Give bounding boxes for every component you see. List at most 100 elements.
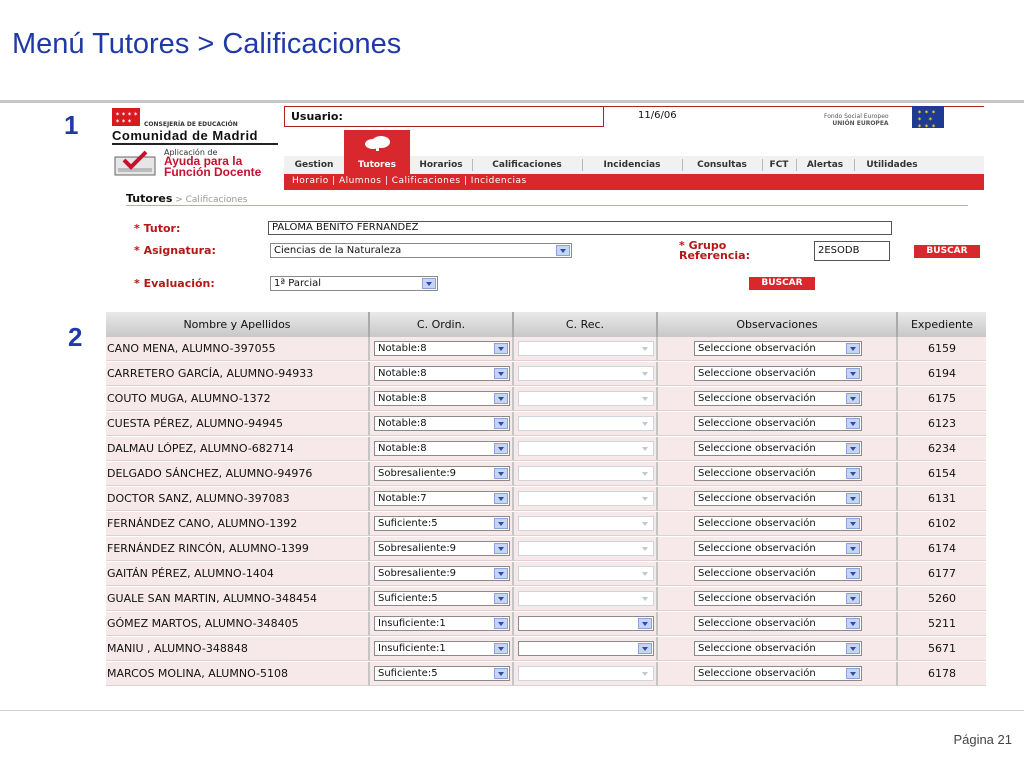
observacion-select[interactable]: Seleccione observación [694,616,862,631]
observacion-select[interactable]: Seleccione observación [694,491,862,506]
column-header-expediente[interactable]: Expediente [898,312,986,337]
sub-nav-links[interactable]: Horario | Alumnos | Calificaciones | Inc… [292,176,527,186]
breadcrumb-main[interactable]: Tutores [126,192,172,205]
c-ordin-value: Notable:8 [378,418,427,429]
buscar-button-grupo[interactable]: BUSCAR [914,245,980,258]
chevron-down-icon[interactable] [638,618,652,629]
observacion-select[interactable]: Seleccione observación [694,591,862,606]
student-name: DELGADO SÁNCHEZ, ALUMNO-94976 [106,462,370,486]
observacion-select[interactable]: Seleccione observación [694,566,862,581]
chevron-down-icon[interactable] [846,618,860,629]
chevron-down-icon[interactable] [494,668,508,679]
chevron-down-icon[interactable] [494,543,508,554]
observacion-select[interactable]: Seleccione observación [694,641,862,656]
c-ordin-select[interactable]: Notable:8 [374,441,510,456]
asignatura-select[interactable]: Ciencias de la Naturaleza [270,243,572,258]
chevron-down-icon[interactable] [494,618,508,629]
c-ordin-select[interactable]: Notable:8 [374,416,510,431]
chevron-down-icon[interactable] [494,593,508,604]
student-name: FERNÁNDEZ CANO, ALUMNO-1392 [106,512,370,536]
chevron-down-icon[interactable] [846,418,860,429]
observacion-select[interactable]: Seleccione observación [694,441,862,456]
observacion-value: Seleccione observación [698,368,816,379]
chevron-down-icon[interactable] [494,493,508,504]
student-name: DOCTOR SANZ, ALUMNO-397083 [106,487,370,511]
nav-incidencias[interactable]: Incidencias [582,156,682,174]
nav-alertas[interactable]: Alertas [796,156,854,174]
nav-utilidades[interactable]: Utilidades [854,156,930,174]
chevron-down-icon[interactable] [494,368,508,379]
nav-fct[interactable]: FCT [762,156,796,174]
c-ordin-select[interactable]: Suficiente:5 [374,591,510,606]
chevron-down-icon[interactable] [846,643,860,654]
chevron-down-icon[interactable] [846,593,860,604]
table-row: GÓMEZ MARTOS, ALUMNO-348405 Insuficiente:… [106,612,986,637]
c-ordin-select[interactable]: Sobresaliente:9 [374,466,510,481]
column-header-nombre[interactable]: Nombre y Apellidos [106,312,370,337]
chevron-down-icon[interactable] [494,418,508,429]
tutor-field[interactable]: PALOMA BENITO FERNANDEZ [268,221,892,235]
nav-consultas[interactable]: Consultas [682,156,762,174]
chevron-down-icon[interactable] [494,568,508,579]
c-rec-cell [514,612,658,636]
chevron-down-icon [638,468,652,479]
c-ordin-select[interactable]: Insuficiente:1 [374,641,510,656]
observacion-select[interactable]: Seleccione observación [694,391,862,406]
c-ordin-select[interactable]: Sobresaliente:9 [374,541,510,556]
observacion-select[interactable]: Seleccione observación [694,516,862,531]
c-ordin-select[interactable]: Notable:8 [374,391,510,406]
c-ordin-cell: Suficiente:5 [370,512,514,536]
grupo-field[interactable]: 2ESODB [814,241,890,261]
chevron-down-icon[interactable] [846,518,860,529]
c-ordin-select[interactable]: Notable:8 [374,341,510,356]
evaluacion-select[interactable]: 1ª Parcial [270,276,438,291]
chevron-down-icon[interactable] [846,568,860,579]
column-header-c-rec[interactable]: C. Rec. [514,312,658,337]
c-ordin-select[interactable]: Insuficiente:1 [374,616,510,631]
expediente-cell: 6175 [898,387,986,411]
observacion-select[interactable]: Seleccione observación [694,366,862,381]
chevron-down-icon[interactable] [494,343,508,354]
chevron-down-icon[interactable] [846,343,860,354]
nav-calificaciones[interactable]: Calificaciones [472,156,582,174]
c-rec-select[interactable] [518,616,654,631]
chevron-down-icon[interactable] [846,543,860,554]
observacion-select[interactable]: Seleccione observación [694,416,862,431]
column-header-observaciones[interactable]: Observaciones [658,312,898,337]
chevron-down-icon[interactable] [846,393,860,404]
chevron-down-icon[interactable] [494,468,508,479]
chevron-down-icon[interactable] [846,493,860,504]
chevron-down-icon[interactable] [494,393,508,404]
table-row: DELGADO SÁNCHEZ, ALUMNO-94976 Sobresalien… [106,462,986,487]
c-ordin-cell: Notable:8 [370,337,514,361]
chevron-down-icon[interactable] [638,643,652,654]
c-ordin-select[interactable]: Notable:8 [374,366,510,381]
c-rec-select [518,441,654,456]
c-rec-select[interactable] [518,641,654,656]
c-ordin-select[interactable]: Sobresaliente:9 [374,566,510,581]
buscar-button-evaluacion[interactable]: BUSCAR [749,277,815,290]
chevron-down-icon[interactable] [494,643,508,654]
column-header-c-ordin[interactable]: C. Ordin. [370,312,514,337]
c-ordin-select[interactable]: Suficiente:5 [374,516,510,531]
chevron-down-icon[interactable] [494,518,508,529]
observacion-select[interactable]: Seleccione observación [694,541,862,556]
chevron-down-icon[interactable] [846,368,860,379]
nav-horarios[interactable]: Horarios [410,156,472,174]
chevron-down-icon[interactable] [556,245,570,256]
observacion-select[interactable]: Seleccione observación [694,341,862,356]
chevron-down-icon[interactable] [846,668,860,679]
chevron-down-icon[interactable] [422,278,436,289]
observacion-select[interactable]: Seleccione observación [694,466,862,481]
chevron-down-icon[interactable] [846,468,860,479]
nav-tutores[interactable]: Tutores [344,156,410,174]
c-ordin-select[interactable]: Notable:7 [374,491,510,506]
chevron-down-icon[interactable] [494,443,508,454]
expediente-cell: 6194 [898,362,986,386]
observacion-select[interactable]: Seleccione observación [694,666,862,681]
chevron-down-icon[interactable] [846,443,860,454]
nav-gestion[interactable]: Gestion [284,156,344,174]
chevron-down-icon [638,393,652,404]
c-rec-select [518,491,654,506]
c-ordin-select[interactable]: Suficiente:5 [374,666,510,681]
